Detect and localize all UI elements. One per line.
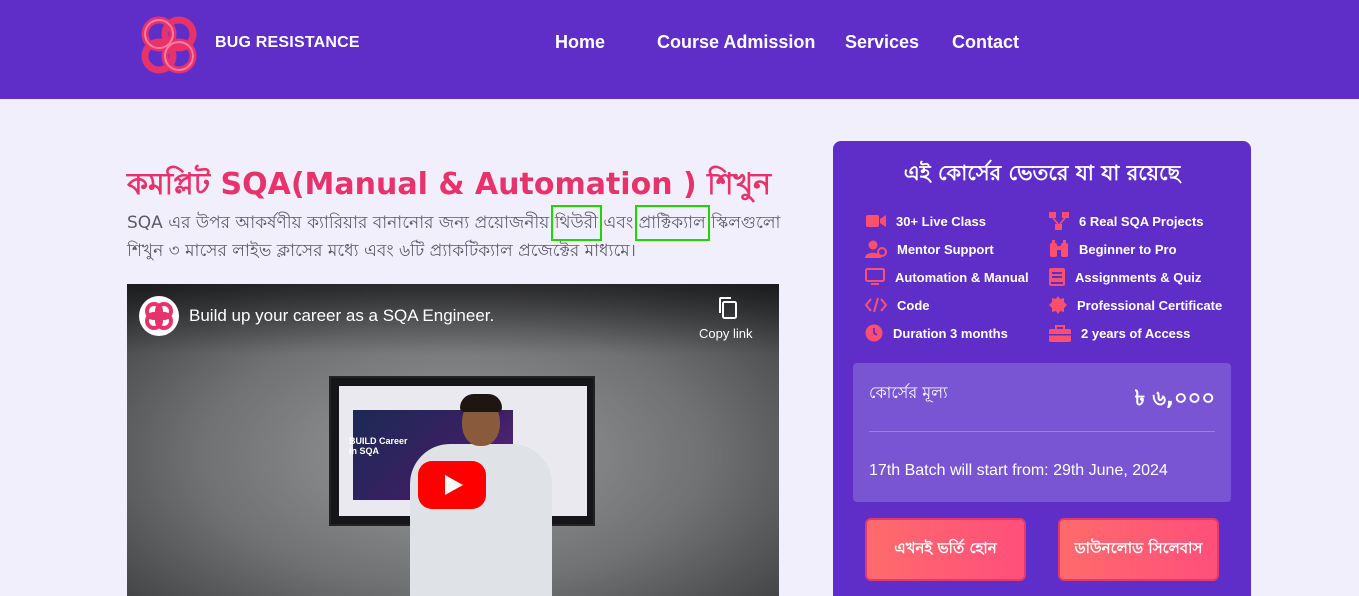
certificate-icon (1049, 296, 1067, 314)
toolbox-icon (1049, 325, 1071, 342)
feature-label: Duration 3 months (893, 325, 1008, 341)
feature-item: 2 years of Access (1049, 323, 1190, 343)
price-box: কোর্সের মূল্য ৳ ৬,০০০ 17th Batch will st… (853, 363, 1231, 502)
nav-contact[interactable]: Contact (952, 32, 1019, 53)
feature-item: Duration 3 months (865, 323, 1008, 343)
feature-label: Mentor Support (897, 241, 994, 257)
nav-home[interactable]: Home (555, 32, 605, 53)
feature-item: Beginner to Pro (1049, 239, 1177, 259)
site-header: BUG RESISTANCE Home Course Admission Ser… (0, 0, 1359, 99)
copy-link-label[interactable]: Copy link (699, 326, 752, 341)
clock-icon (865, 324, 883, 342)
project-diagram-icon (1049, 212, 1069, 230)
feature-item: 30+ Live Class (866, 211, 986, 231)
channel-avatar[interactable] (139, 296, 179, 336)
hero-desc-text: SQA এর উপর আকর্ষণীয় ক্যারিয়ার বানানোর … (127, 213, 555, 233)
hero-description: SQA এর উপর আকর্ষণীয় ক্যারিয়ার বানানোর … (127, 205, 792, 265)
price-label: কোর্সের মূল্য (869, 383, 948, 402)
desktop-icon (865, 268, 885, 285)
highlight-practical: প্রাক্টিক্যাল (634, 205, 710, 241)
video-title[interactable]: Build up your career as a SQA Engineer. (189, 306, 494, 326)
batch-start-date: 17th Batch will start from: 29th June, 2… (869, 462, 1168, 479)
user-support-icon (865, 240, 887, 258)
feature-item: 6 Real SQA Projects (1049, 211, 1204, 231)
bug-resistance-logo[interactable] (137, 14, 201, 76)
enroll-now-button[interactable]: এখনই ভর্তি হোন (865, 518, 1026, 581)
feature-label: Automation & Manual (895, 269, 1029, 285)
feature-label: 2 years of Access (1081, 325, 1191, 341)
feature-label: Beginner to Pro (1079, 241, 1177, 257)
price-value: ৳ ৬,০০০ (1134, 386, 1215, 410)
feature-item: Professional Certificate (1049, 295, 1222, 315)
page-title: কমপ্লিট SQA(Manual & Automation ) শিখুন (127, 167, 772, 202)
hero-desc-text: এবং (598, 213, 639, 233)
nav-course-admission[interactable]: Course Admission (657, 32, 815, 53)
presenter-hair (460, 394, 502, 412)
download-syllabus-button[interactable]: ডাউনলোড সিলেবাস (1058, 518, 1219, 581)
channel-logo-icon (145, 302, 173, 330)
course-info-card: এই কোর্সের ভেতরে যা যা রয়েছে 30+ Live C… (833, 141, 1251, 596)
play-button[interactable] (418, 461, 486, 509)
brand-name[interactable]: BUG RESISTANCE (215, 34, 360, 52)
feature-label: 30+ Live Class (896, 213, 986, 229)
feature-label: Code (897, 297, 930, 313)
feature-label: Assignments & Quiz (1075, 269, 1202, 285)
feature-item: Automation & Manual (865, 267, 1029, 287)
code-icon (865, 297, 887, 313)
video-camera-icon (866, 215, 886, 227)
book-icon (1049, 268, 1065, 286)
price-divider (869, 431, 1215, 432)
youtube-video-player[interactable]: BUILD Career in SQA Build up your career… (127, 284, 779, 596)
feature-label: 6 Real SQA Projects (1079, 213, 1204, 229)
binoculars-icon (1050, 240, 1068, 257)
copy-icon[interactable] (717, 296, 739, 320)
highlight-theory: থিউরী (550, 205, 603, 241)
feature-item: Assignments & Quiz (1049, 267, 1201, 287)
feature-label: Professional Certificate (1077, 297, 1223, 313)
feature-item: Mentor Support (865, 239, 994, 259)
feature-item: Code (865, 295, 930, 315)
nav-services[interactable]: Services (845, 32, 919, 53)
tv-screen-text: BUILD Career in SQA (349, 436, 408, 456)
course-card-title: এই কোর্সের ভেতরে যা যা রয়েছে (903, 161, 1181, 185)
